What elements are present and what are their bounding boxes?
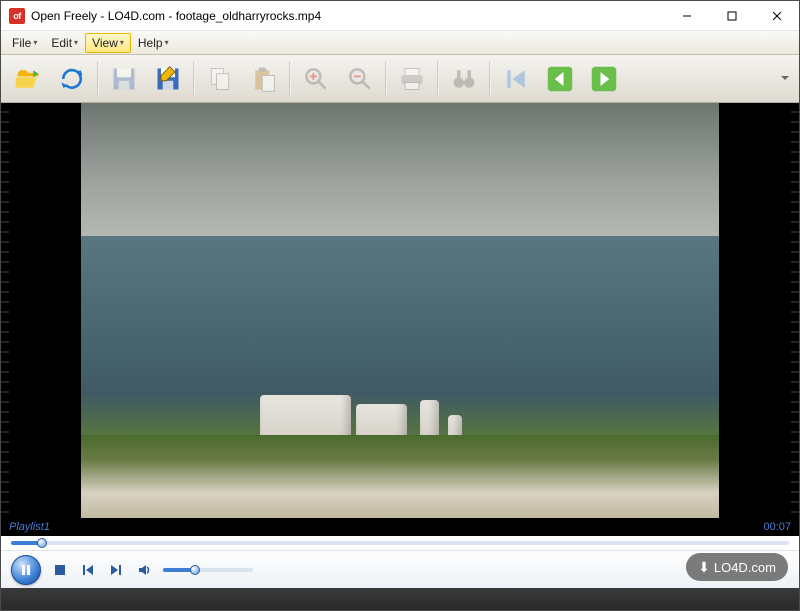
- next-button[interactable]: [583, 59, 625, 99]
- playlist-info-bar: Playlist1 00:07: [1, 518, 799, 536]
- player-controls: [1, 550, 799, 588]
- chevron-down-icon: ▾: [120, 38, 124, 47]
- elapsed-time: 00:07: [763, 521, 791, 533]
- binoculars-icon: [450, 65, 478, 93]
- chevron-down-icon: ▾: [33, 38, 37, 47]
- first-button: [495, 59, 537, 99]
- seek-bar-row: [1, 536, 799, 550]
- prev-track-button[interactable]: [79, 561, 97, 579]
- refresh-button[interactable]: [51, 59, 93, 99]
- find-button: [443, 59, 485, 99]
- statusbar: [1, 588, 799, 610]
- print-icon: [398, 65, 426, 93]
- zoom-out-icon: [346, 65, 374, 93]
- open-folder-icon: [14, 65, 42, 93]
- film-strip-left: [1, 103, 9, 518]
- menu-view[interactable]: View▾: [85, 33, 131, 53]
- volume-slider[interactable]: [163, 568, 253, 572]
- menu-view-label: View: [92, 36, 118, 50]
- save-button: [103, 59, 145, 99]
- menu-help[interactable]: Help▾: [131, 33, 176, 53]
- seek-bar[interactable]: [11, 541, 789, 545]
- toolbar-separator: [385, 61, 387, 97]
- zoom-out-button: [339, 59, 381, 99]
- skip-prev-icon: [81, 563, 95, 577]
- zoom-in-icon: [302, 65, 330, 93]
- toolbar-overflow-button[interactable]: [777, 59, 793, 99]
- toolbar-separator: [193, 61, 195, 97]
- play-pause-button[interactable]: [11, 555, 41, 585]
- save-edit-button[interactable]: [147, 59, 189, 99]
- copy-button: [199, 59, 241, 99]
- pause-icon: [20, 564, 32, 576]
- stop-button[interactable]: [51, 561, 69, 579]
- video-frame: [81, 103, 719, 518]
- window-title: Open Freely - LO4D.com - footage_oldharr…: [31, 9, 664, 23]
- titlebar: of Open Freely - LO4D.com - footage_oldh…: [1, 1, 799, 31]
- first-icon: [502, 65, 530, 93]
- stop-icon: [53, 563, 67, 577]
- mute-button[interactable]: [135, 561, 153, 579]
- print-button: [391, 59, 433, 99]
- menu-help-label: Help: [138, 36, 163, 50]
- toolbar: [1, 55, 799, 103]
- maximize-button[interactable]: [709, 1, 754, 30]
- menu-edit-label: Edit: [51, 36, 72, 50]
- seek-thumb[interactable]: [37, 538, 47, 548]
- toolbar-separator: [437, 61, 439, 97]
- save-edit-icon: [154, 65, 182, 93]
- chevron-down-icon: ▾: [165, 38, 169, 47]
- menubar: File▾ Edit▾ View▾ Help▾: [1, 31, 799, 55]
- volume-thumb[interactable]: [190, 565, 200, 575]
- video-viewport[interactable]: [1, 103, 799, 518]
- prev-button[interactable]: [539, 59, 581, 99]
- refresh-icon: [58, 65, 86, 93]
- volume-icon: [137, 563, 151, 577]
- open-button[interactable]: [7, 59, 49, 99]
- arrow-right-icon: [590, 65, 618, 93]
- minimize-button[interactable]: [664, 1, 709, 30]
- toolbar-separator: [97, 61, 99, 97]
- app-icon: of: [9, 8, 25, 24]
- film-strip-right: [791, 103, 799, 518]
- next-track-button[interactable]: [107, 561, 125, 579]
- app-window: of Open Freely - LO4D.com - footage_oldh…: [0, 0, 800, 611]
- save-icon: [110, 65, 138, 93]
- copy-icon: [206, 65, 234, 93]
- toolbar-separator: [489, 61, 491, 97]
- zoom-in-button: [295, 59, 337, 99]
- menu-file-label: File: [12, 36, 31, 50]
- window-controls: [664, 1, 799, 30]
- chevron-down-icon: [781, 73, 789, 85]
- chevron-down-icon: ▾: [74, 38, 78, 47]
- skip-next-icon: [109, 563, 123, 577]
- menu-file[interactable]: File▾: [5, 33, 44, 53]
- arrow-left-icon: [546, 65, 574, 93]
- paste-button: [243, 59, 285, 99]
- close-button[interactable]: [754, 1, 799, 30]
- menu-edit[interactable]: Edit▾: [44, 33, 85, 53]
- playlist-label[interactable]: Playlist1: [9, 521, 50, 533]
- toolbar-separator: [289, 61, 291, 97]
- paste-icon: [250, 65, 278, 93]
